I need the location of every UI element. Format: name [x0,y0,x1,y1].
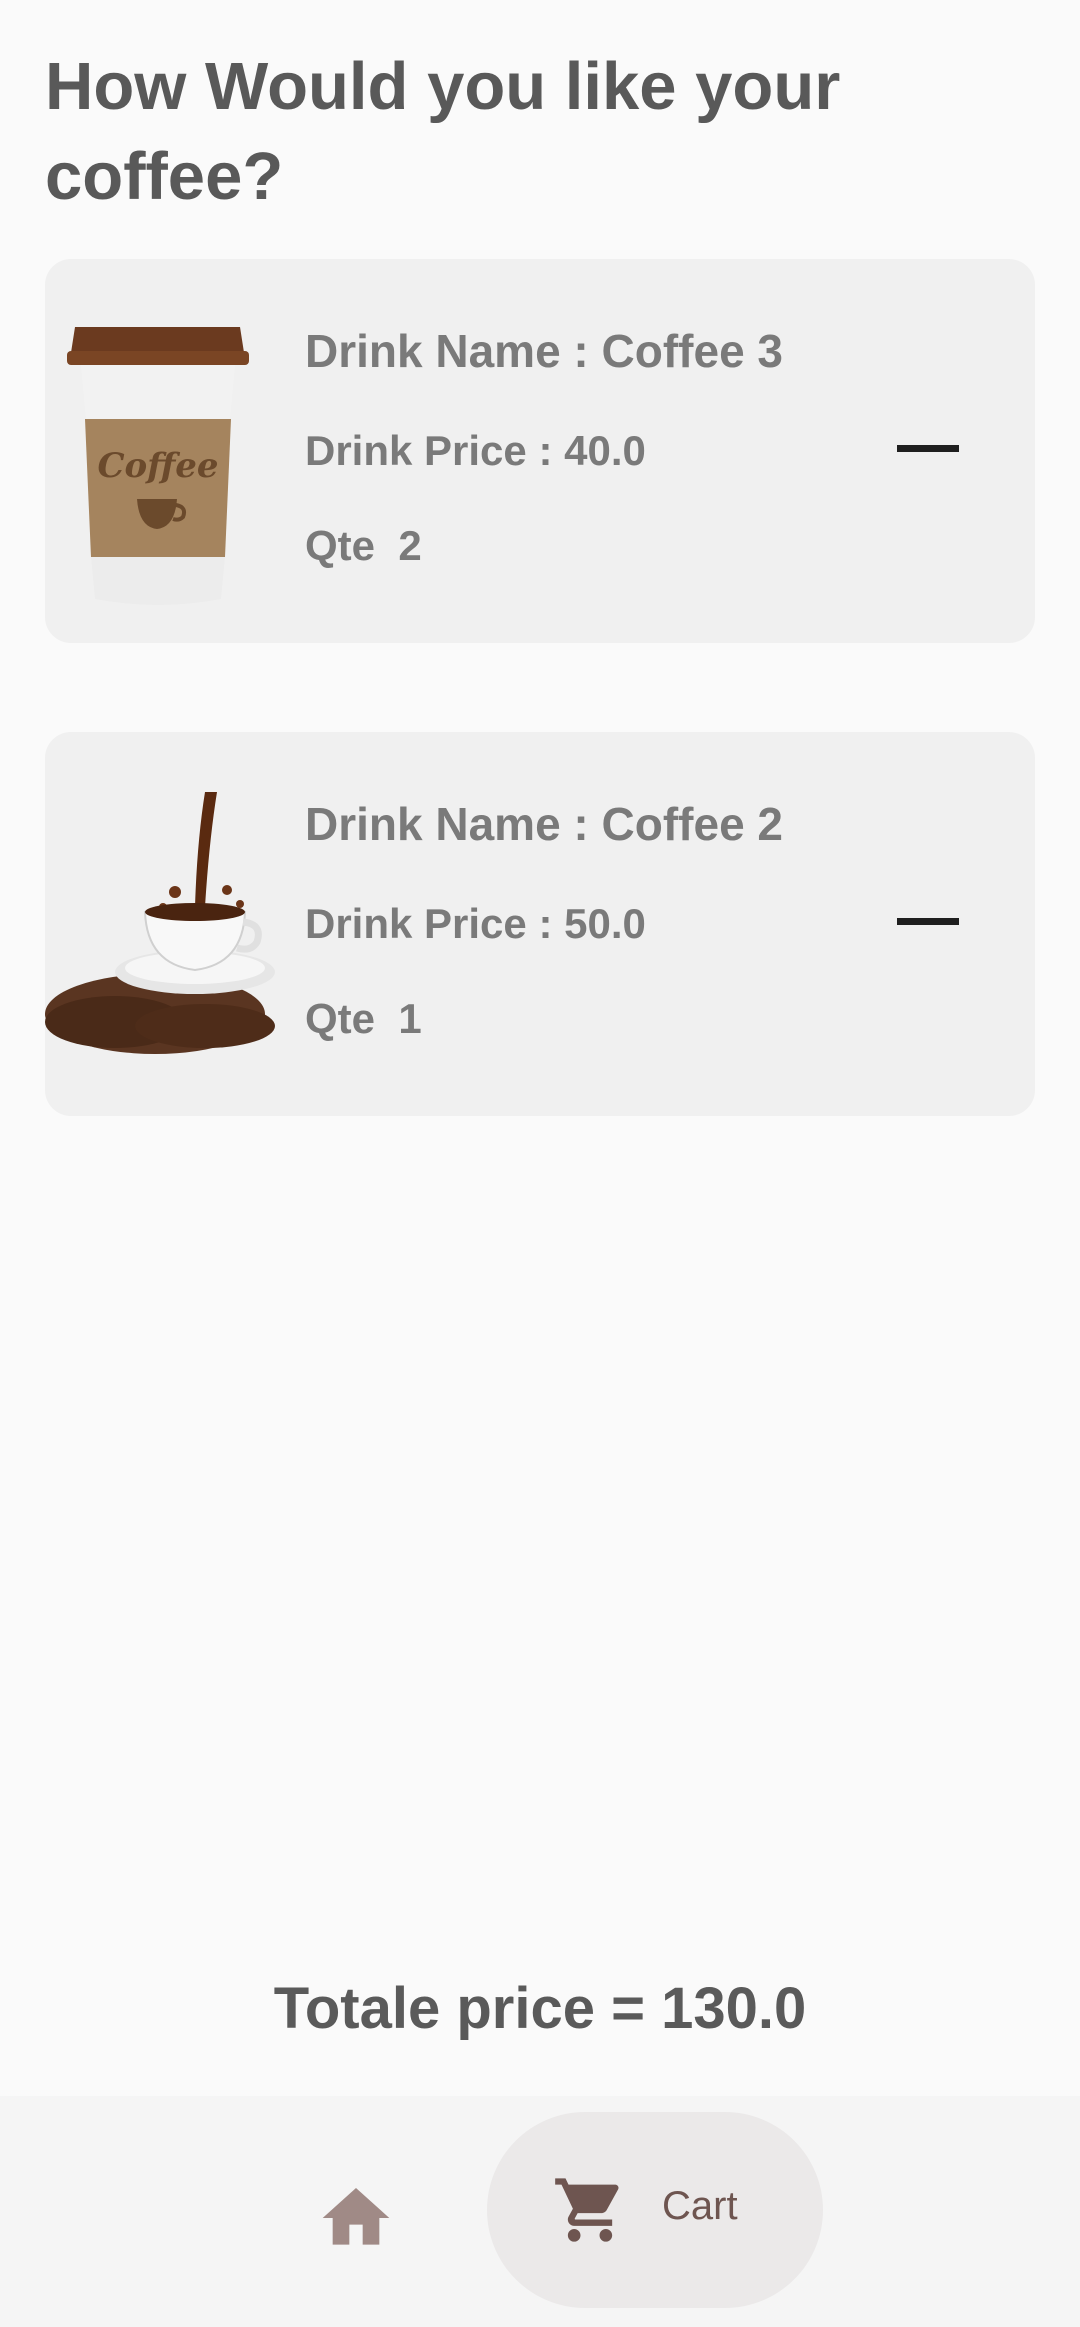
svg-text:Coffee: Coffee [97,446,218,486]
drink-price: Drink Price : 40.0 [305,427,646,474]
drink-name: Drink Name : Coffee 3 [305,325,784,377]
drink-name: Drink Name : Coffee 2 [305,798,784,850]
minus-icon [897,445,959,452]
drink-quantity: Qte 1 [305,995,422,1042]
drink-price: Drink Price : 50.0 [305,900,646,947]
total-price: Totale price = 130.0 [273,1976,807,2041]
cart-item-details: Drink Name : Coffee 2 Drink Price : 50.0… [305,732,865,1116]
remove-item-button[interactable] [883,409,973,489]
takeaway-coffee-cup-image: Coffee [45,259,275,643]
cart-screen: How Would you like your coffee? Coffee D… [0,0,1080,2327]
cart-item-card: Drink Name : Coffee 2 Drink Price : 50.0… [45,732,1035,1116]
cart-item-card: Coffee Drink Name : Coffee 3 Drink Price… [45,259,1035,643]
remove-item-button[interactable] [883,882,973,962]
nav-cart-tab[interactable]: Cart [487,2112,823,2308]
drink-quantity: Qte 2 [305,522,422,569]
nav-home-tab[interactable] [316,2178,396,2258]
minus-icon [897,918,959,925]
cart-item-details: Drink Name : Coffee 3 Drink Price : 40.0… [305,259,865,643]
cart-icon [555,2178,619,2242]
home-icon [322,2188,390,2245]
cart-tab-label: Cart [662,2184,738,2228]
bottom-navigation-bar: Cart [0,2096,1080,2327]
espresso-cup-with-beans-image [45,732,275,1116]
page-title: How Would you like your coffee? [45,49,841,214]
